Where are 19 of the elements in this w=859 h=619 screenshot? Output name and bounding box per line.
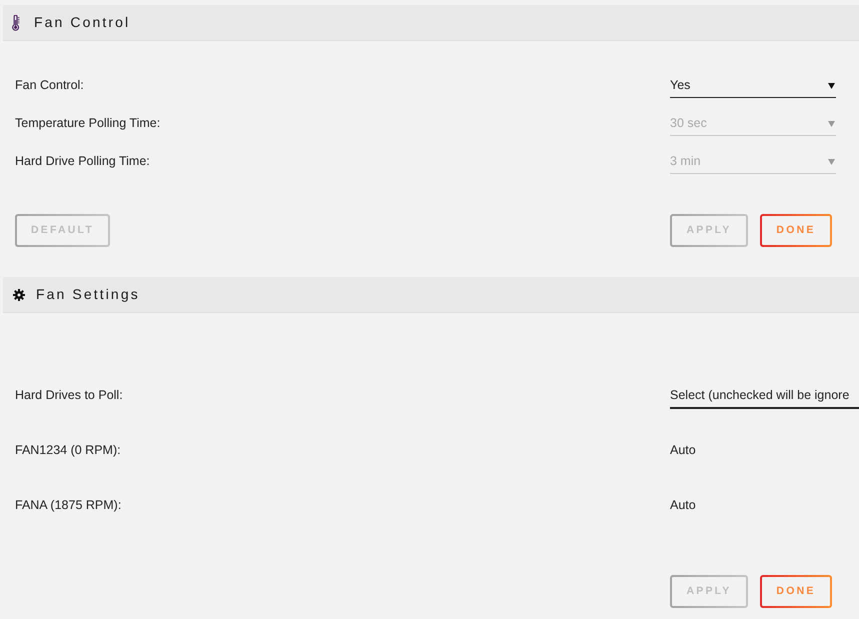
- caret-icon: [828, 120, 835, 126]
- field-label: Hard Drives to Poll:: [15, 387, 124, 404]
- section-title: Fan Settings: [36, 285, 140, 304]
- value-text: Auto: [670, 443, 696, 458]
- field-label: Fan Control:: [15, 76, 85, 94]
- action-button[interactable]: DONE: [760, 214, 832, 247]
- value-text: Auto: [670, 498, 696, 512]
- section-title: Fan Control: [34, 13, 130, 32]
- field-label: FAN1234 (0 RPM):: [15, 442, 122, 460]
- caret-icon: [828, 158, 835, 164]
- field-label: FANA (1875 RPM):: [15, 497, 122, 514]
- thermometer-icon: [12, 14, 20, 30]
- field-label: Temperature Polling Time:: [15, 114, 162, 132]
- action-button[interactable]: DONE: [760, 575, 832, 608]
- select-field[interactable]: Select (unchecked will be ignore: [670, 382, 859, 408]
- select-field[interactable]: Yes: [670, 72, 836, 98]
- field-label: Hard Drive Polling Time:: [15, 152, 151, 170]
- caret-icon: [828, 82, 835, 88]
- gear-icon: [13, 288, 25, 300]
